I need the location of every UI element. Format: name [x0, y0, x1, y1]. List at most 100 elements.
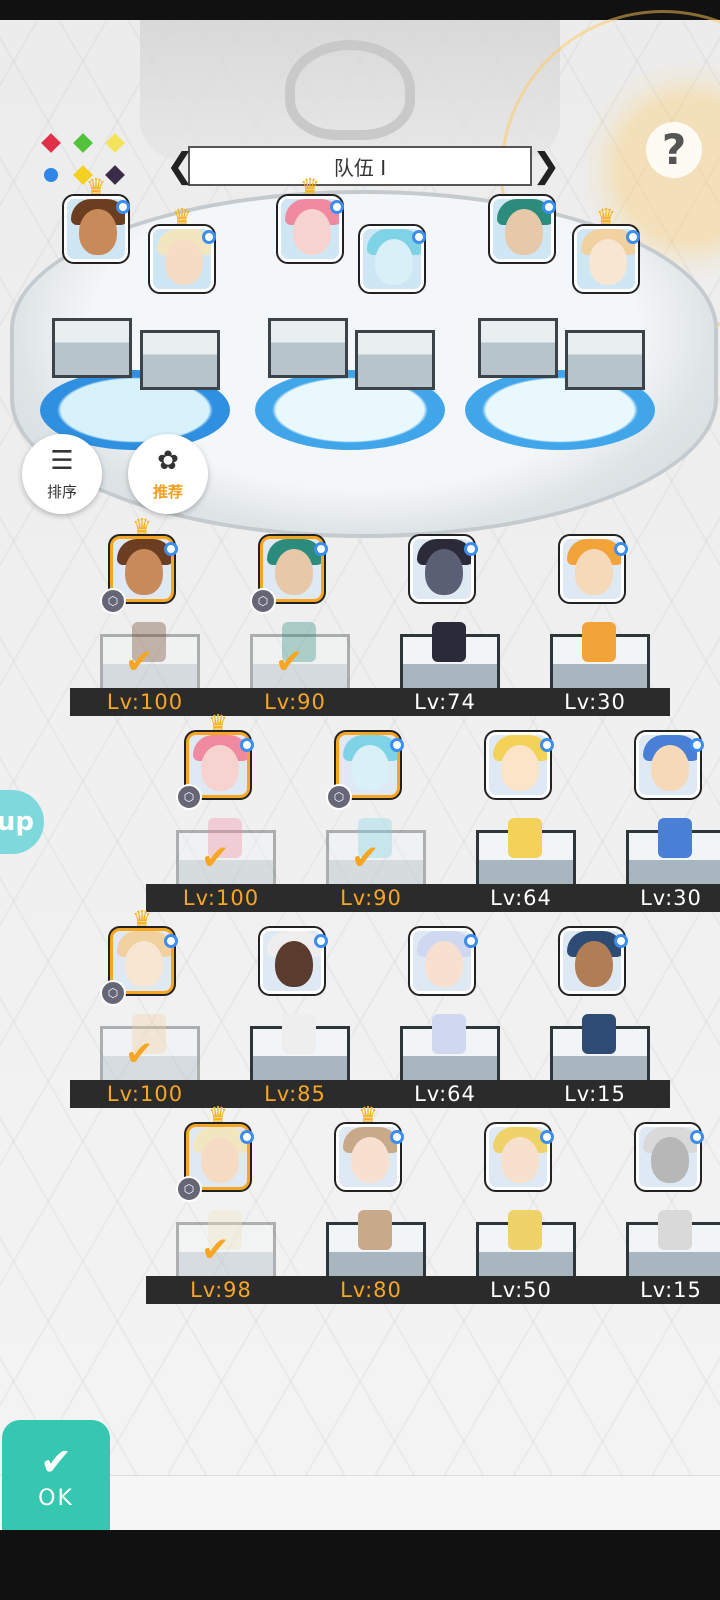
next-team-arrow[interactable]: ❯: [532, 146, 561, 186]
party-pedestal: [268, 318, 348, 378]
recommend-button[interactable]: ✿ 推荐: [128, 434, 208, 514]
status-dot: [164, 934, 178, 948]
selected-check-icon: ✔: [201, 1230, 230, 1270]
pixel-sprite: [582, 1014, 616, 1054]
roster-card[interactable]: Lv:74: [370, 536, 520, 736]
help-button[interactable]: ?: [646, 122, 702, 178]
wind-gem-icon: [73, 133, 93, 153]
face: [505, 209, 543, 255]
status-dot: [314, 934, 328, 948]
status-dot: [542, 200, 556, 214]
roster-card[interactable]: Lv:85: [220, 928, 370, 1128]
status-dot: [614, 934, 628, 948]
navigation-bar: [0, 1530, 720, 1600]
pixel-sprite: [358, 1210, 392, 1250]
prev-team-arrow[interactable]: ❮: [166, 146, 195, 186]
status-dot: [330, 200, 344, 214]
check-icon: ✔: [40, 1440, 72, 1484]
party-pedestal: [140, 330, 220, 390]
level-label: Lv:30: [520, 688, 670, 716]
cube-icon: ⬡: [250, 588, 276, 614]
face: [501, 1137, 539, 1183]
selected-check-icon: ✔: [125, 642, 154, 682]
level-label: Lv:15: [596, 1276, 720, 1304]
roster-card[interactable]: Lv:50: [446, 1124, 596, 1324]
crown-icon: ♛: [86, 175, 106, 200]
roster-card[interactable]: ⬡ ✔ Lv:90: [220, 536, 370, 736]
level-label: Lv:100: [146, 884, 296, 912]
cube-icon: ⬡: [100, 588, 126, 614]
roster-card[interactable]: Lv:64: [446, 732, 596, 932]
face: [425, 941, 463, 987]
face: [351, 745, 389, 791]
fire-gem-icon: [41, 133, 61, 153]
crown-icon: ♛: [132, 515, 152, 540]
pixel-sprite: [432, 1014, 466, 1054]
roster-card[interactable]: ♛ ⬡ ✔ Lv:98: [146, 1105, 296, 1324]
light-gem-icon: [105, 133, 125, 153]
face: [201, 745, 239, 791]
side-tab[interactable]: up: [0, 790, 44, 854]
pixel-sprite: [658, 818, 692, 858]
ok-button[interactable]: ✔ OK: [2, 1420, 110, 1530]
level-label: Lv:85: [220, 1080, 370, 1108]
pixel-sprite: [282, 1014, 316, 1054]
pixel-sprite: [582, 622, 616, 662]
roster-card[interactable]: Lv:64: [370, 928, 520, 1128]
arena-emblem: [285, 40, 415, 140]
level-label: Lv:64: [370, 1080, 520, 1108]
status-dot: [464, 542, 478, 556]
status-dot: [412, 230, 426, 244]
status-dot: [202, 230, 216, 244]
status-dot: [240, 738, 254, 752]
level-label: Lv:100: [70, 1080, 220, 1108]
face: [79, 209, 117, 255]
roster-card[interactable]: ⬡ ✔ Lv:90: [296, 732, 446, 932]
roster-card[interactable]: ♛ ⬡ ✔ Lv:100: [146, 713, 296, 932]
crown-icon: ♛: [132, 907, 152, 932]
status-dot: [540, 1130, 554, 1144]
status-dot: [464, 934, 478, 948]
level-label: Lv:74: [370, 688, 520, 716]
recommend-label: 推荐: [152, 482, 183, 501]
party-pedestal: [478, 318, 558, 378]
pixel-sprite: [508, 818, 542, 858]
roster-card[interactable]: ♛ ⬡ ✔ Lv:100: [70, 909, 220, 1128]
roster-card[interactable]: Lv:15: [520, 928, 670, 1128]
roster-card[interactable]: Lv:30: [520, 536, 670, 736]
pixel-sprite: [432, 622, 466, 662]
face: [375, 239, 413, 285]
roster-card[interactable]: ♛ Lv:80: [296, 1105, 446, 1324]
selected-check-icon: ✔: [275, 642, 304, 682]
roster-card[interactable]: ♛ ⬡ ✔ Lv:100: [70, 517, 220, 736]
team-selector: 队伍 I ❮ ❯: [166, 146, 561, 186]
face: [651, 745, 689, 791]
selected-check-icon: ✔: [201, 838, 230, 878]
roster-card[interactable]: Lv:15: [596, 1124, 720, 1324]
crown-icon: ♛: [300, 175, 320, 200]
face: [501, 745, 539, 791]
face: [425, 549, 463, 595]
team-name: 队伍 I: [188, 146, 532, 186]
face: [651, 1137, 689, 1183]
status-dot: [390, 1130, 404, 1144]
level-label: Lv:90: [220, 688, 370, 716]
face: [201, 1137, 239, 1183]
face: [589, 239, 627, 285]
status-dot: [690, 1130, 704, 1144]
pixel-sprite: [658, 1210, 692, 1250]
cube-icon: ⬡: [100, 980, 126, 1006]
level-label: Lv:64: [446, 884, 596, 912]
sort-icon: ☰: [50, 445, 74, 476]
crown-icon: ♛: [172, 205, 192, 230]
status-dot: [164, 542, 178, 556]
face: [165, 239, 203, 285]
sort-button[interactable]: ☰ 排序: [22, 434, 102, 514]
crown-icon: ♛: [208, 711, 228, 736]
cube-icon: ⬡: [176, 784, 202, 810]
water-gem-icon: [41, 165, 61, 185]
party-pedestal: [355, 330, 435, 390]
level-label: Lv:15: [520, 1080, 670, 1108]
status-dot: [116, 200, 130, 214]
roster-card[interactable]: Lv:30: [596, 732, 720, 932]
